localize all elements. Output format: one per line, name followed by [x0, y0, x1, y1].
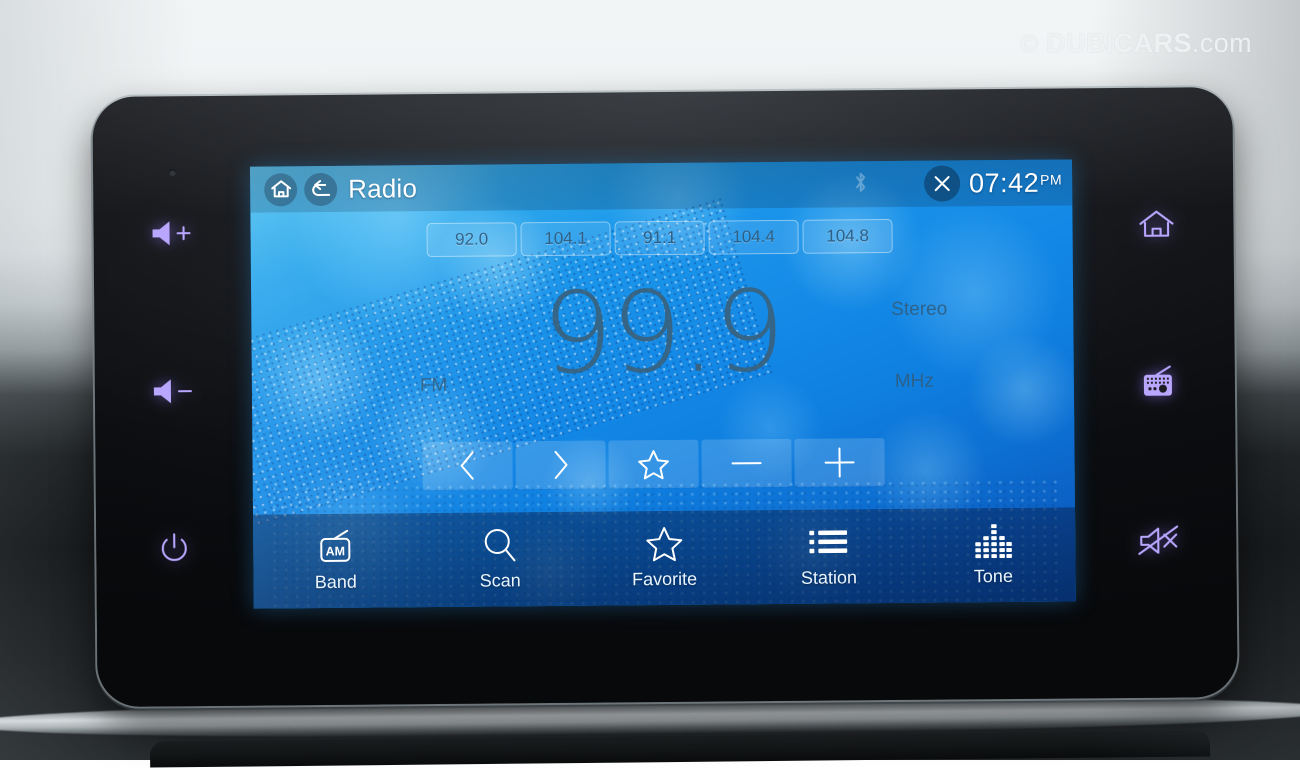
- screen-home-button[interactable]: [264, 172, 298, 206]
- back-arrow-icon: [309, 179, 333, 199]
- hardkey-volume-up[interactable]: [134, 204, 209, 263]
- head-unit-bezel: Radio 07:42PM 92.0 104.1 91.1 104.4 104.…: [92, 87, 1238, 707]
- tune-up-button[interactable]: [794, 438, 885, 487]
- search-icon: [482, 527, 518, 563]
- bluetooth-icon: [853, 171, 868, 198]
- close-icon: [932, 173, 952, 193]
- star-icon: [637, 448, 669, 479]
- list-icon: [809, 524, 848, 560]
- hardkey-home[interactable]: [1119, 195, 1194, 254]
- volume-up-icon: [149, 218, 193, 248]
- hardkey-power[interactable]: [137, 520, 212, 579]
- power-icon: [158, 532, 190, 566]
- minus-icon: [729, 451, 763, 475]
- chevron-left-icon: [456, 450, 478, 482]
- nav-item-scan-label: Scan: [479, 570, 521, 591]
- page-title: Radio: [348, 172, 418, 204]
- volume-down-icon: [150, 376, 194, 406]
- home-icon: [270, 179, 292, 199]
- nav-item-station[interactable]: Station: [746, 524, 911, 589]
- favorite-toggle-button[interactable]: [608, 439, 699, 489]
- mute-icon: [1137, 525, 1181, 557]
- transport-row: [422, 438, 885, 491]
- chevron-right-icon: [549, 449, 571, 481]
- clock-ampm: PM: [1040, 171, 1063, 188]
- nav-item-tone[interactable]: Tone: [911, 522, 1076, 587]
- right-hardkey-column: [1077, 87, 1237, 698]
- radio-icon: [1136, 365, 1178, 400]
- hardkey-mute[interactable]: [1122, 511, 1197, 570]
- clock-time: 07:42: [968, 167, 1040, 198]
- status-bar: Radio 07:42PM: [249, 159, 1073, 213]
- previous-station-button[interactable]: [422, 441, 513, 491]
- preset-button-3[interactable]: 91.1: [614, 220, 705, 256]
- equalizer-icon: [974, 523, 1012, 559]
- frequency-unit-label: MHz: [894, 370, 934, 392]
- star-icon: [645, 526, 683, 562]
- preset-button-4[interactable]: 104.4: [708, 219, 799, 255]
- tune-down-button[interactable]: [701, 438, 792, 488]
- stereo-indicator: Stereo: [891, 298, 948, 321]
- left-hardkey-column: [92, 96, 252, 707]
- nav-item-band-label: Band: [314, 571, 357, 593]
- home-icon: [1136, 208, 1176, 242]
- preset-button-2[interactable]: 104.1: [520, 221, 611, 257]
- am-radio-icon: AM: [314, 529, 356, 565]
- frequency-value: 99.9: [541, 266, 784, 400]
- nav-item-tone-label: Tone: [973, 565, 1014, 587]
- nav-item-favorite-label: Favorite: [632, 568, 698, 590]
- nav-item-scan[interactable]: Scan: [418, 527, 583, 592]
- hardkey-radio[interactable]: [1120, 353, 1195, 412]
- plus-icon: [822, 445, 856, 479]
- preset-button-1[interactable]: 92.0: [426, 222, 517, 258]
- hardkey-volume-down[interactable]: [135, 362, 210, 421]
- preset-row: 92.0 104.1 91.1 104.4 104.8: [426, 219, 893, 258]
- close-button[interactable]: [923, 165, 961, 202]
- nav-item-band[interactable]: AM Band: [253, 528, 418, 593]
- status-bar-spacer: [417, 184, 853, 188]
- touchscreen-display[interactable]: Radio 07:42PM 92.0 104.1 91.1 104.4 104.…: [249, 159, 1076, 609]
- screen-back-button[interactable]: [304, 172, 338, 206]
- bottom-navigation-bar: AM Band Scan Favorite Station Tone: [253, 507, 1076, 609]
- svg-text:AM: AM: [326, 544, 346, 558]
- tuner-readout: FM 99.9 Stereo MHz: [251, 267, 1074, 434]
- nav-item-station-label: Station: [800, 567, 858, 588]
- nav-item-favorite[interactable]: Favorite: [582, 525, 747, 590]
- preset-button-5[interactable]: 104.8: [802, 219, 893, 254]
- clock: 07:42PM: [969, 167, 1062, 199]
- next-station-button[interactable]: [515, 440, 606, 490]
